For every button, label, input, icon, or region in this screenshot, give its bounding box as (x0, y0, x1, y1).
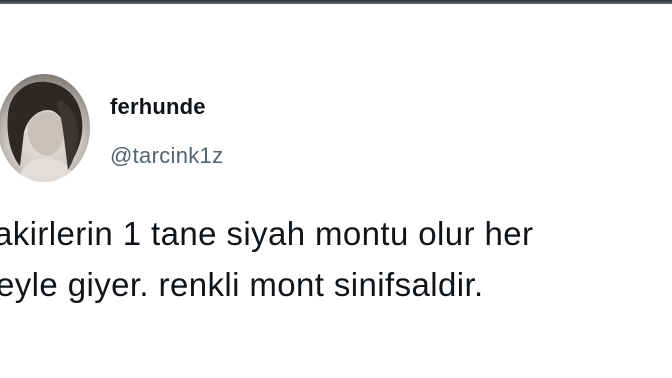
top-edge-strip (0, 0, 672, 4)
avatar[interactable] (0, 74, 90, 182)
user-handle[interactable]: @tarcink1z (110, 143, 223, 169)
display-name[interactable]: ferhunde (110, 94, 206, 120)
tweet-text-line: akirlerin 1 tane siyah montu olur her (0, 215, 534, 252)
tweet-text-line: eyle giyer. renkli mont sinifsaldir. (0, 266, 484, 303)
tweet-text: akirlerin 1 tane siyah montu olur her ey… (0, 208, 672, 310)
profile-photo-icon (7, 81, 83, 182)
tweet-screenshot: ferhunde @tarcink1z akirlerin 1 tane siy… (0, 0, 672, 378)
